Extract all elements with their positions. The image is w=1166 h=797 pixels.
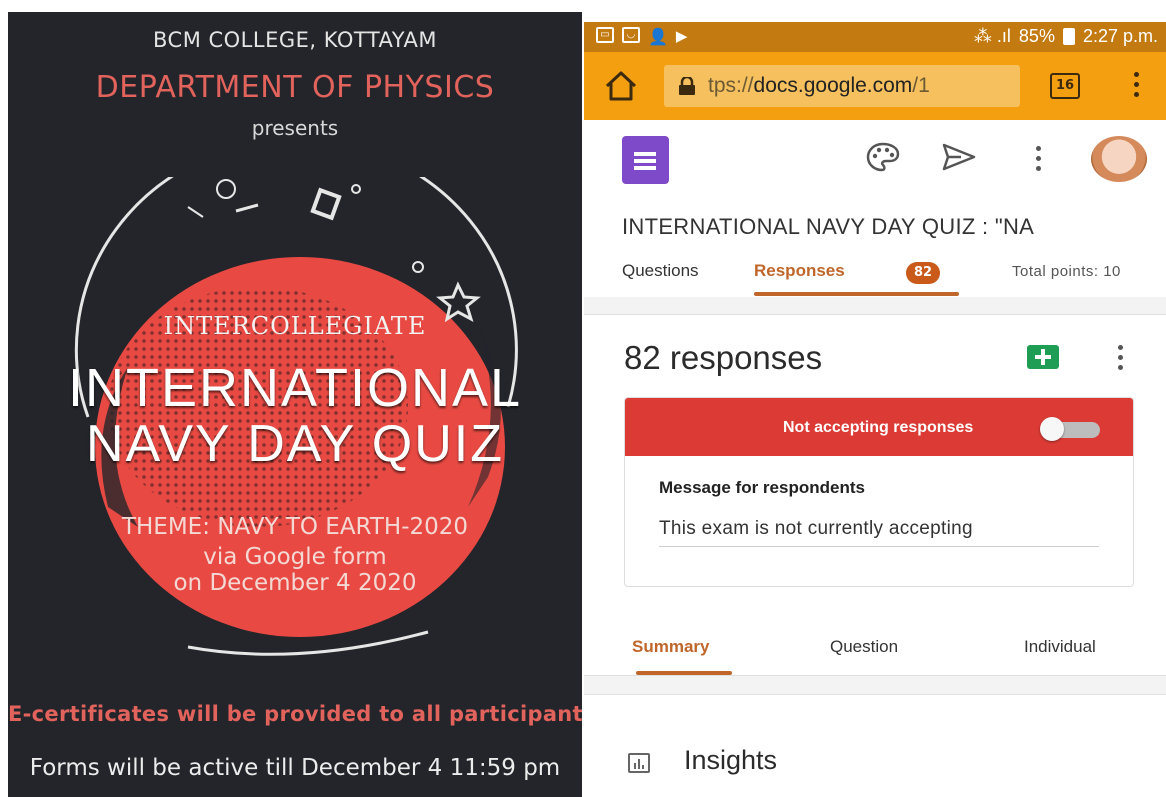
poster-intercollegiate: INTERCOLLEGIATE (163, 312, 427, 340)
active-tab-indicator (754, 292, 959, 296)
toggle-thumb (1040, 417, 1064, 441)
tab-individual[interactable]: Individual (1024, 637, 1096, 657)
poster-active-till: Forms will be active till December 4 11:… (29, 755, 561, 781)
accepting-responses-panel: Not accepting responses Message for resp… (624, 397, 1134, 587)
url-path: /1 (912, 74, 930, 97)
google-forms-icon[interactable] (622, 136, 669, 184)
accepting-status-label: Not accepting responses (783, 419, 974, 436)
avatar[interactable] (1091, 136, 1147, 182)
insights-chart-icon (628, 753, 650, 773)
event-poster: BCM COLLEGE, KOTTAYAM DEPARTMENT OF PHYS… (8, 12, 582, 797)
clock: 2:27 p.m. (1082, 26, 1158, 46)
lock-icon (679, 77, 695, 95)
message-input[interactable]: This exam is not currently accepting (659, 518, 973, 540)
poster-via: via Google form (203, 544, 387, 570)
home-icon[interactable] (604, 70, 638, 102)
message-label: Message for respondents (659, 478, 865, 497)
poster-theme: THEME: NAVY TO EARTH-2020 (121, 514, 469, 540)
sheets-icon[interactable] (1027, 345, 1059, 369)
tab-questions[interactable]: Questions (622, 261, 699, 281)
poster-college: BCM COLLEGE, KOTTAYAM (153, 28, 437, 52)
accepting-status-bar: Not accepting responses (625, 398, 1133, 456)
tab-question[interactable]: Question (830, 637, 898, 657)
send-icon[interactable] (941, 142, 977, 172)
accepting-responses-toggle[interactable] (1040, 417, 1102, 441)
person-add-icon: 👤 (648, 29, 668, 46)
url-domain: docs.google.com (753, 74, 913, 97)
poster-presents: presents (251, 116, 339, 140)
status-bar: ▭ ◡ 👤 ▶ ⁂ .ıl 85% 2:27 p.m. (584, 22, 1166, 52)
tab-switcher-button[interactable]: 16 (1050, 73, 1080, 99)
url-text: tps://docs.google.com/1 (708, 74, 930, 98)
poster-title-line1: INTERNATIONAL (67, 358, 523, 418)
url-input[interactable]: tps://docs.google.com/1 (664, 65, 1020, 107)
browser-toolbar: tps://docs.google.com/1 16 (584, 52, 1166, 120)
responses-card: 82 responses Not accepting responses Mes… (584, 314, 1166, 676)
play-icon: ▶ (675, 28, 688, 45)
poster-department: DEPARTMENT OF PHYSICS (95, 70, 495, 105)
form-more-icon[interactable] (1034, 146, 1042, 176)
poster-title-line2: NAVY DAY QUIZ (85, 415, 505, 473)
form-title: INTERNATIONAL NAVY DAY QUIZ : "NA (622, 214, 1035, 239)
responses-more-icon[interactable] (1116, 345, 1124, 375)
url-scheme: tps:// (708, 74, 754, 97)
browser-menu-icon[interactable] (1132, 72, 1140, 102)
phone-screen: ▭ ◡ 👤 ▶ ⁂ .ıl 85% 2:27 p.m. tps://docs.g… (584, 22, 1166, 797)
poster-certificates: E-certificates will be provided to all p… (8, 702, 582, 726)
battery-icon (1062, 28, 1075, 45)
network-indicator: ⁂ .ıl (973, 26, 1011, 46)
message-input-underline (659, 546, 1099, 547)
battery-percent: 85% (1018, 26, 1055, 46)
responses-count-badge: 82 (906, 262, 940, 284)
forms-header: INTERNATIONAL NAVY DAY QUIZ : "NA Questi… (584, 120, 1166, 297)
total-points: Total points: 10 (1012, 263, 1121, 280)
response-count: 82 responses (624, 339, 823, 376)
tab-summary[interactable]: Summary (632, 637, 709, 657)
wifi-icon: ◡ (622, 27, 640, 43)
insights-label: Insights (684, 745, 778, 775)
poster-date: on December 4 2020 (173, 570, 417, 596)
insights-card[interactable]: Insights (584, 694, 1166, 797)
gallery-icon: ▭ (596, 27, 614, 43)
palette-icon[interactable] (866, 142, 900, 172)
summary-tab-indicator (636, 671, 732, 675)
tab-responses[interactable]: Responses (754, 261, 845, 281)
